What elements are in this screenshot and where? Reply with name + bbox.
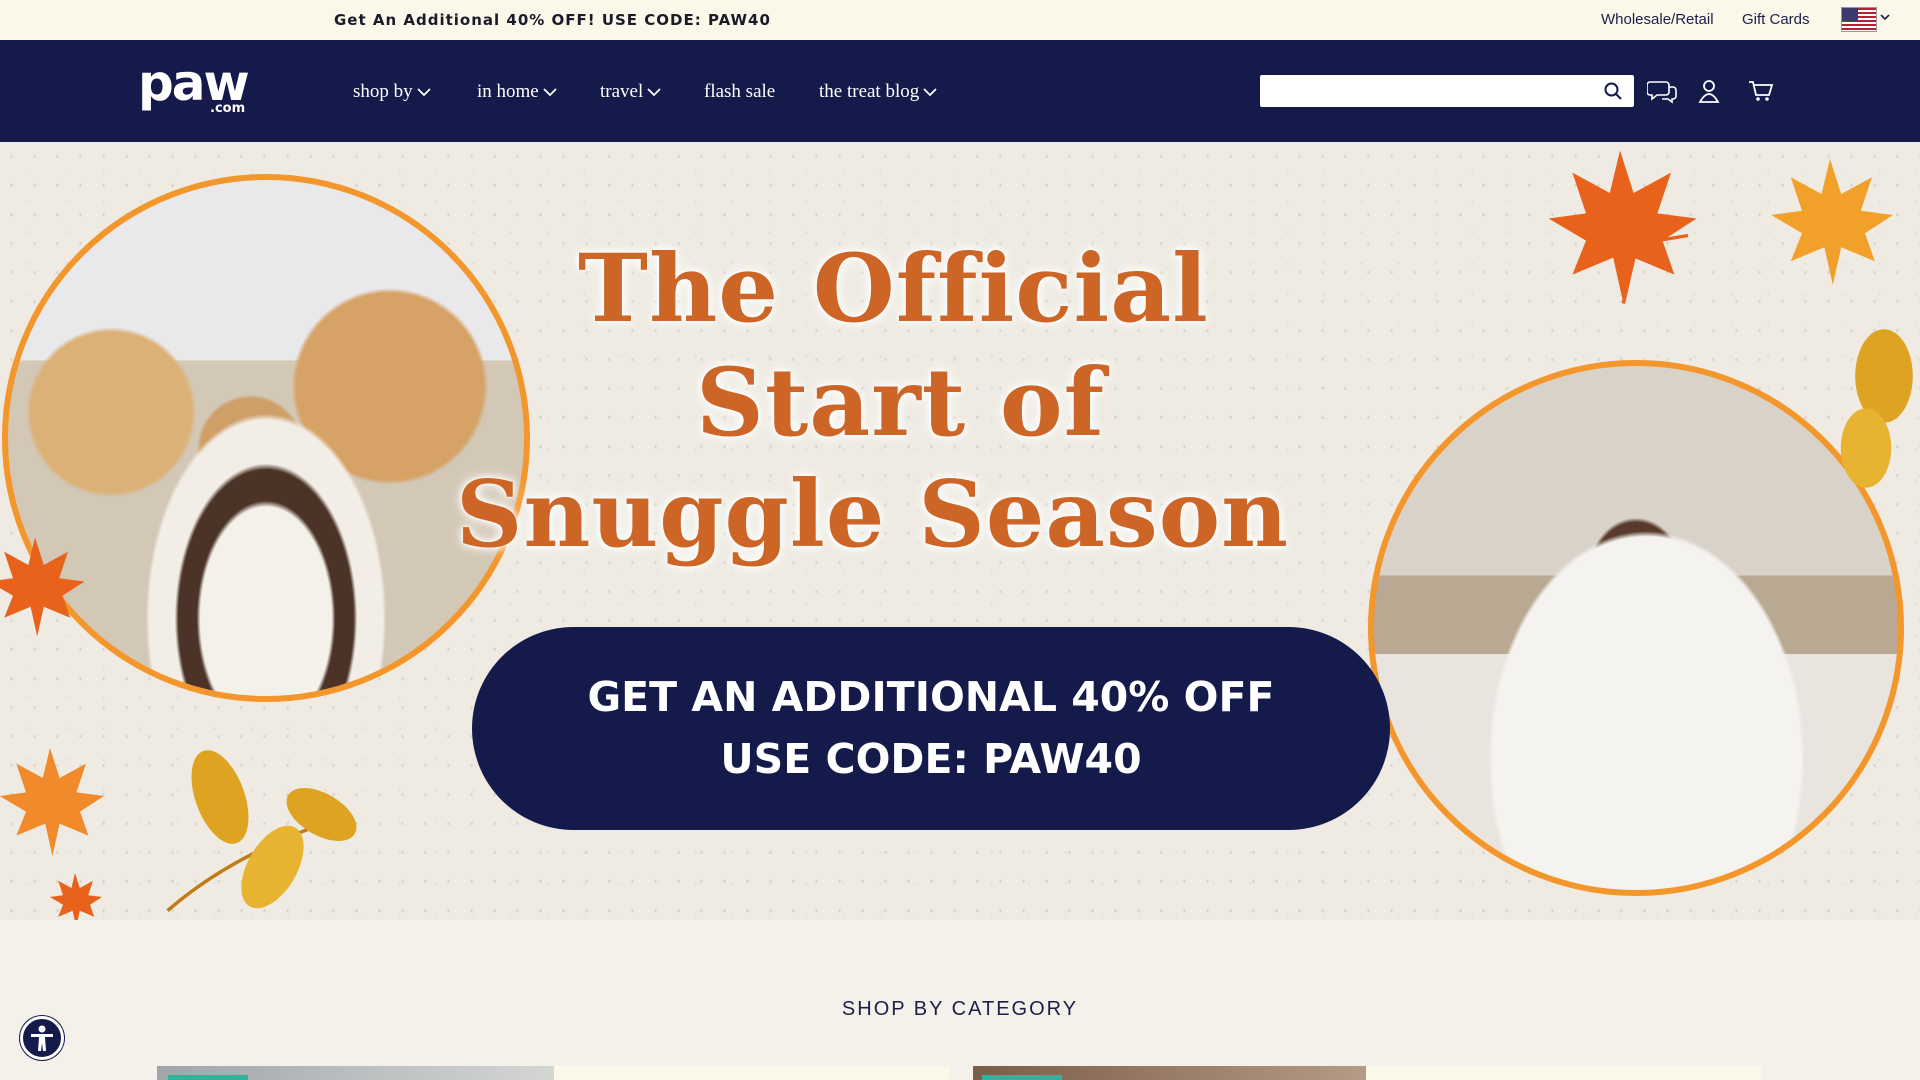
nav-in-home-label: in home (477, 81, 539, 102)
maple-leaf-icon (0, 537, 85, 637)
maple-leaf-icon (1548, 150, 1697, 304)
maple-leaf-icon (1771, 159, 1893, 285)
account-icon[interactable] (1694, 78, 1724, 104)
chevron-down-icon[interactable] (1880, 12, 1890, 22)
nav-flash-sale-label: flash sale (704, 81, 776, 102)
maple-leaf-icon (49, 873, 102, 920)
leaf-branch-icon (166, 750, 357, 913)
cta-line-1: GET AN ADDITIONAL 40% OFF (587, 673, 1275, 721)
hero-photo-pointer-dog (1368, 360, 1904, 896)
hero-title-line-1: The Official (578, 234, 1209, 344)
nav-shop-by[interactable]: shop by (353, 81, 431, 103)
hero-title-line-3: Snuggle Season (456, 460, 1290, 568)
chat-icon[interactable] (1647, 78, 1677, 104)
chevron-down-icon (417, 88, 431, 97)
shop-by-category-heading: SHOP BY CATEGORY (841, 998, 1079, 1020)
category-card-2[interactable] (1366, 1066, 1762, 1080)
nav-in-home[interactable]: in home (477, 81, 557, 103)
accessibility-icon (31, 1025, 53, 1051)
cart-icon[interactable] (1746, 78, 1776, 104)
hero-title-line-2: Start of (696, 348, 1106, 458)
nav-flash-sale[interactable]: flash sale (704, 81, 775, 103)
promo-cta-button[interactable]: GET AN ADDITIONAL 40% OFF USE CODE: PAW4… (472, 627, 1390, 830)
chevron-down-icon (543, 88, 557, 97)
category-badge (982, 1075, 1062, 1080)
logo-suffix: .com (210, 101, 245, 116)
nav-shop-by-label: shop by (353, 81, 413, 102)
wholesale-link[interactable]: Wholesale/Retail (1601, 11, 1714, 28)
category-card-1[interactable] (554, 1066, 949, 1080)
paw-logo[interactable]: paw .com (138, 56, 258, 120)
search-icon[interactable] (1604, 82, 1622, 100)
main-nav: paw .com shop by in home travel flash sa… (0, 40, 1920, 142)
search-bar (1260, 75, 1634, 107)
us-flag-icon[interactable] (1841, 7, 1877, 32)
nav-travel[interactable]: travel (600, 81, 661, 103)
gift-cards-link[interactable]: Gift Cards (1742, 11, 1810, 28)
announcement-text: Get An Additional 40% OFF! USE CODE: PAW… (334, 11, 771, 29)
cta-line-2: USE CODE: PAW40 (720, 735, 1142, 783)
maple-leaf-icon (0, 748, 104, 856)
announcement-bar: Get An Additional 40% OFF! USE CODE: PAW… (0, 0, 1920, 40)
hero-banner[interactable]: The Official Start of Snuggle Season GET… (0, 142, 1920, 920)
chevron-down-icon (647, 88, 661, 97)
search-input[interactable] (1270, 75, 1590, 105)
leaf-icon (1840, 329, 1913, 488)
accessibility-button[interactable] (20, 1016, 64, 1060)
category-badge (168, 1075, 248, 1080)
nav-treat-blog[interactable]: the treat blog (819, 81, 937, 103)
nav-treat-blog-label: the treat blog (819, 81, 920, 102)
chevron-down-icon (923, 88, 937, 97)
nav-travel-label: travel (600, 81, 644, 102)
